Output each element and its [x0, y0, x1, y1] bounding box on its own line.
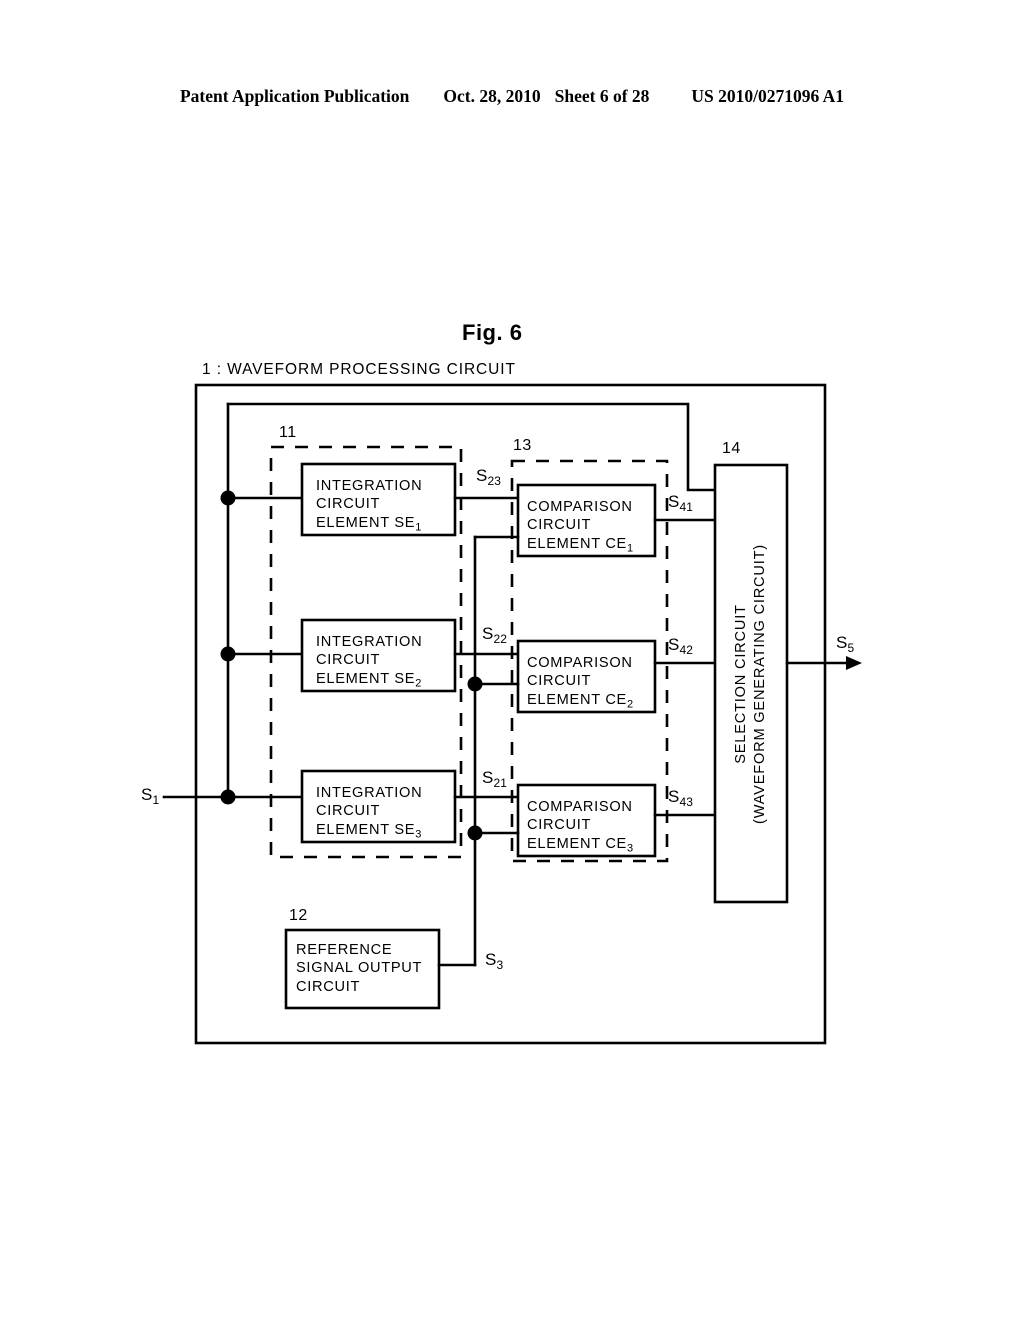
comparison-element-1-text: COMPARISON CIRCUIT ELEMENT CE1 — [527, 498, 633, 558]
ref-numeral-12: 12 — [289, 907, 308, 924]
integration-element-1-line3: ELEMENT SE1 — [316, 514, 422, 534]
signal-label-s23: S23 — [476, 466, 501, 488]
comparison-element-3-line1: COMPARISON — [527, 799, 633, 815]
integration-element-3-text: INTEGRATION CIRCUIT ELEMENT SE3 — [316, 784, 422, 844]
comparison-element-1-line1: COMPARISON — [527, 499, 633, 515]
signal-label-s22: S22 — [482, 624, 507, 646]
integration-element-2-line2: CIRCUIT — [316, 652, 381, 669]
comparison-element-2-line1: COMPARISON — [527, 655, 633, 671]
junction-dot-bus-3 — [220, 789, 236, 805]
integration-element-1-line1: INTEGRATION — [316, 478, 423, 494]
integration-element-3-line1: INTEGRATION — [316, 785, 423, 801]
junction-dot-bus-1 — [220, 490, 236, 506]
comparison-element-3-line3: ELEMENT CE3 — [527, 835, 634, 855]
signal-label-s43: S43 — [668, 787, 693, 809]
junction-dot-bus-2 — [220, 646, 236, 662]
reference-signal-line2: SIGNAL OUTPUT — [296, 960, 423, 977]
comparison-element-3-text: COMPARISON CIRCUIT ELEMENT CE3 — [527, 798, 633, 858]
signal-label-s5: S5 — [836, 633, 855, 655]
comparison-element-1-line3: ELEMENT CE1 — [527, 535, 634, 555]
output-arrowhead-s5 — [846, 656, 862, 670]
signal-label-s1: S1 — [141, 785, 160, 807]
integration-element-3-line2: CIRCUIT — [316, 803, 381, 820]
selection-circuit-box — [713, 463, 789, 904]
junction-dot-ref-3 — [467, 825, 483, 841]
comparison-element-3-line2: CIRCUIT — [527, 817, 592, 834]
integration-element-2-line3: ELEMENT SE2 — [316, 670, 422, 690]
comparison-element-2-text: COMPARISON CIRCUIT ELEMENT CE2 — [527, 654, 633, 714]
ref-numeral-13: 13 — [513, 437, 532, 454]
signal-label-s3: S3 — [485, 950, 504, 972]
signal-label-s42: S42 — [668, 635, 693, 657]
reference-signal-line1: REFERENCE — [296, 942, 393, 958]
circuit-block-diagram — [0, 0, 1024, 1320]
comparison-element-2-line2: CIRCUIT — [527, 673, 592, 690]
reference-signal-line3: CIRCUIT — [296, 978, 361, 995]
signal-label-s41: S41 — [668, 492, 693, 514]
integration-element-1-line2: CIRCUIT — [316, 496, 381, 513]
integration-element-3-line3: ELEMENT SE3 — [316, 821, 422, 841]
integration-element-2-text: INTEGRATION CIRCUIT ELEMENT SE2 — [316, 633, 422, 693]
integration-element-1-text: INTEGRATION CIRCUIT ELEMENT SE1 — [316, 477, 422, 537]
comparison-element-2-line3: ELEMENT CE2 — [527, 691, 634, 711]
integration-element-2-line1: INTEGRATION — [316, 634, 423, 650]
comparison-element-1-line2: CIRCUIT — [527, 517, 592, 534]
signal-label-s21: S21 — [482, 768, 507, 790]
junction-dot-ref-2 — [467, 676, 483, 692]
reference-signal-circuit-text: REFERENCE SIGNAL OUTPUT CIRCUIT — [296, 941, 422, 996]
ref-numeral-11: 11 — [279, 424, 297, 441]
ref-numeral-14: 14 — [722, 440, 741, 457]
